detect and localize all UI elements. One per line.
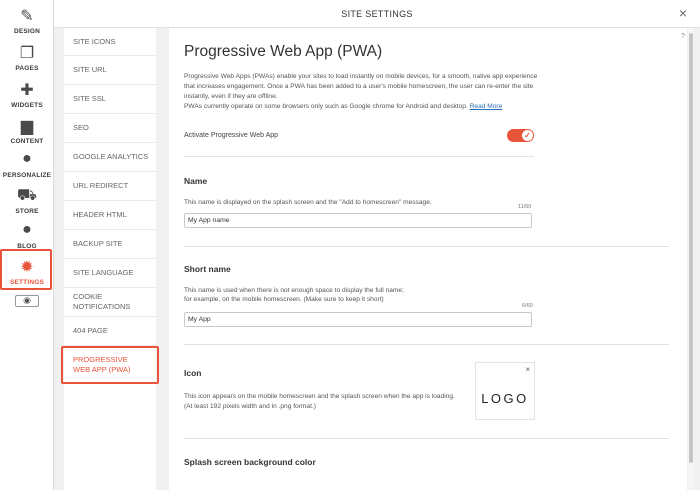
nav-item-site-ssl[interactable]: SITE SSL bbox=[64, 85, 156, 114]
nav-item-seo[interactable]: SEO bbox=[64, 114, 156, 143]
check-icon: ✓ bbox=[522, 130, 533, 141]
intro-browsers: PWAs currently operate on some browsers … bbox=[184, 103, 468, 110]
read-more-link[interactable]: Read More bbox=[470, 103, 503, 110]
left-toolbar: ✎ DESIGN ❐ PAGES ✚ WIDGETS ▆ CONTENT ● P… bbox=[0, 0, 54, 490]
activate-toggle[interactable]: ✓ bbox=[507, 129, 534, 142]
comment-icon: ● bbox=[22, 221, 32, 238]
cart-icon: ⛟ bbox=[16, 187, 38, 204]
nav-item-cookie-notifications[interactable]: COOKIE NOTIFICATIONS bbox=[64, 288, 156, 317]
nav-item-site-language[interactable]: SITE LANGUAGE bbox=[64, 259, 156, 288]
close-icon[interactable]: × bbox=[525, 365, 530, 374]
nav-item-google-analytics[interactable]: GOOGLE ANALYTICS bbox=[64, 143, 156, 172]
nav-item-url-redirect[interactable]: URL REDIRECT bbox=[64, 172, 156, 201]
scrollbar-thumb[interactable] bbox=[689, 33, 693, 463]
short-name-char-count: 6/60 bbox=[522, 303, 533, 309]
rail-label: STORE bbox=[15, 208, 39, 215]
rail-label: PERSONALIZE bbox=[2, 172, 52, 179]
nav-item-site-url[interactable]: SITE URL bbox=[64, 56, 156, 85]
pencil-icon: ✎ bbox=[20, 8, 34, 25]
intro-paragraph: Progressive Web Apps (PWAs) enable your … bbox=[184, 73, 538, 100]
divider bbox=[184, 438, 669, 439]
page-title: Progressive Web App (PWA) bbox=[184, 43, 383, 60]
rail-label: CONTENT bbox=[10, 138, 44, 145]
settings-nav: SITE ICONS SITE URL SITE SSL SEO GOOGLE … bbox=[64, 28, 156, 490]
divider bbox=[184, 344, 669, 345]
name-section-title: Name bbox=[184, 176, 208, 186]
rail-label: WIDGETS bbox=[11, 102, 43, 109]
nav-item-header-html[interactable]: HEADER HTML bbox=[64, 201, 156, 230]
settings-highlight bbox=[0, 249, 52, 290]
nav-item-site-icons[interactable]: SITE ICONS bbox=[64, 28, 156, 56]
pages-icon: ❐ bbox=[19, 45, 35, 62]
eye-icon: ◉ bbox=[23, 295, 31, 305]
logo-preview[interactable]: × LOGO bbox=[475, 362, 535, 420]
intro-text: Progressive Web Apps (PWAs) enable your … bbox=[184, 72, 544, 112]
name-description: This name is displayed on the splash scr… bbox=[184, 199, 432, 206]
help-icon[interactable]: ? bbox=[681, 33, 685, 40]
close-icon[interactable]: × bbox=[679, 5, 687, 21]
plus-icon: ✚ bbox=[20, 82, 34, 99]
nav-item-404-page[interactable]: 404 PAGE bbox=[64, 317, 156, 346]
person-icon: ● bbox=[22, 150, 32, 167]
rail-label: DESIGN bbox=[13, 28, 41, 35]
splash-section-title: Splash screen background color bbox=[184, 457, 316, 467]
nav-item-backup-site[interactable]: BACKUP SITE bbox=[64, 230, 156, 259]
short-name-section-title: Short name bbox=[184, 264, 231, 274]
activate-label: Activate Progressive Web App bbox=[184, 132, 279, 139]
modal-title: SITE SETTINGS bbox=[341, 9, 413, 19]
icon-description: This icon appears on the mobile homescre… bbox=[184, 393, 455, 410]
folder-icon: ▆ bbox=[20, 118, 34, 135]
short-name-input[interactable] bbox=[184, 312, 532, 327]
rail-label: PAGES bbox=[15, 65, 39, 72]
pwa-highlight bbox=[61, 346, 159, 384]
icon-section-title: Icon bbox=[184, 368, 202, 378]
name-input[interactable] bbox=[184, 213, 532, 228]
divider bbox=[184, 246, 669, 247]
logo-text: LOGO bbox=[481, 391, 529, 406]
short-name-description-2: for example, on the mobile homescreen. (… bbox=[184, 296, 384, 303]
modal-header: SITE SETTINGS × bbox=[54, 0, 700, 28]
name-char-count: 11/60 bbox=[518, 204, 532, 210]
preview-button[interactable]: ◉ bbox=[15, 295, 39, 307]
divider bbox=[184, 156, 534, 157]
